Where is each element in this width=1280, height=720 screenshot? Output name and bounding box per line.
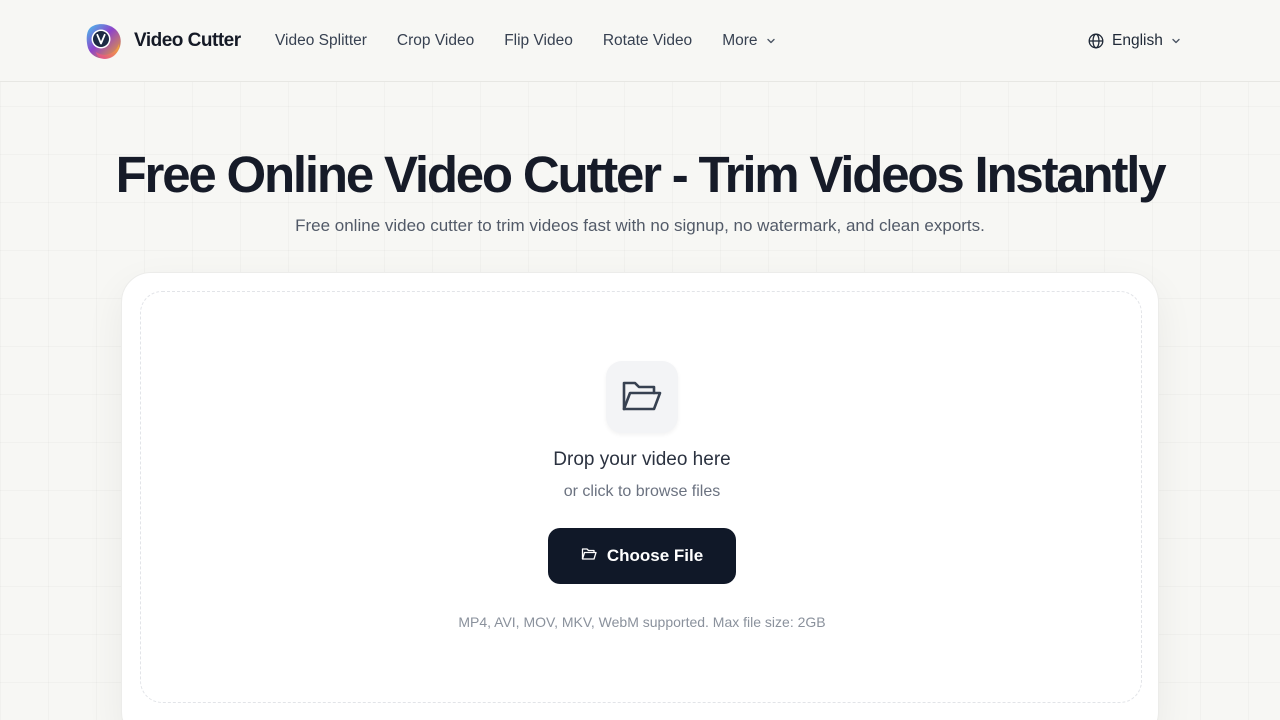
video-dropzone[interactable]: Drop your video here or click to browse …	[140, 291, 1142, 703]
folder-icon	[581, 548, 597, 560]
drop-subtitle: or click to browse files	[563, 483, 721, 500]
nav-item-rotate-video[interactable]: Rotate Video	[603, 32, 692, 50]
nav-item-crop-video[interactable]: Crop Video	[397, 32, 474, 50]
language-label: English	[1112, 32, 1163, 49]
video-cutter-logo-icon	[86, 24, 121, 59]
drop-title: Drop your video here	[553, 449, 731, 470]
site-header: Video Cutter Video Splitter Crop Video F…	[0, 0, 1280, 82]
nav-item-video-splitter[interactable]: Video Splitter	[275, 32, 367, 50]
nav-item-label: Rotate Video	[602, 32, 693, 49]
language-selector[interactable]: English	[1088, 30, 1181, 52]
page-subtitle: Free online video cutter to trim videos …	[295, 216, 985, 235]
choose-file-label: Choose File	[606, 546, 704, 565]
supported-formats: MP4, AVI, MOV, MKV, WebM supported. Max …	[458, 614, 826, 630]
choose-file-button[interactable]: Choose File	[548, 528, 736, 584]
folder-open-icon	[622, 381, 662, 411]
chevron-down-icon	[1172, 38, 1180, 44]
brand-logo[interactable]: Video Cutter	[86, 22, 241, 60]
main-nav: Video Splitter Crop Video Flip Video Rot…	[275, 30, 806, 52]
chevron-down-icon	[766, 38, 775, 44]
nav-item-more[interactable]: More	[722, 32, 775, 50]
nav-item-label: Crop Video	[396, 32, 475, 49]
folder-icon-container	[606, 361, 678, 433]
page-title: Free Online Video Cutter - Trim Videos I…	[115, 146, 1167, 203]
nav-item-flip-video[interactable]: Flip Video	[504, 32, 573, 50]
nav-item-label: Flip Video	[504, 32, 573, 49]
nav-item-label: Video Splitter	[275, 32, 367, 49]
nav-item-label: More	[722, 32, 758, 49]
upload-card: Drop your video here or click to browse …	[121, 272, 1159, 720]
brand-name: Video Cutter	[134, 30, 241, 51]
globe-icon	[1088, 33, 1104, 49]
